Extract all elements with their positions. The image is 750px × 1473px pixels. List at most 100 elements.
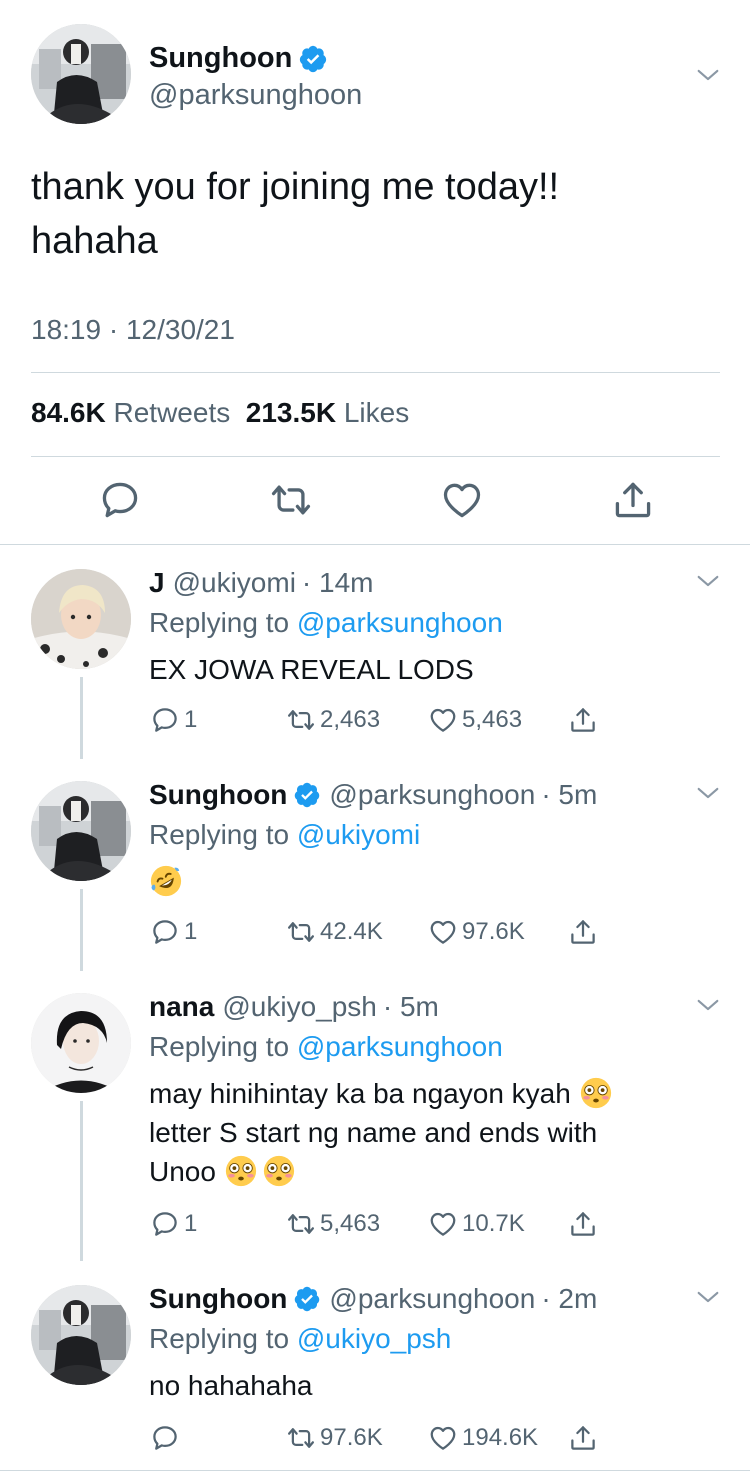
reply-tweet[interactable]: Sunghoon @parksunghoon · 5m Replying to … [0,757,750,971]
reply-text-line: Unoo [149,1152,709,1191]
post-time[interactable]: · 5m [383,991,439,1023]
reply-tweet[interactable]: J @ukiyomi · 14m Replying to @parksungho… [0,545,750,759]
reply-text [149,862,689,901]
like-icon[interactable] [428,705,458,735]
retweet-icon[interactable] [269,478,313,522]
reply-icon[interactable] [150,1423,180,1453]
tweet-text-line: hahaha [31,220,158,262]
tweet-text: thank you for joining me today!! hahaha [31,160,721,268]
display-name[interactable]: Sunghoon [149,779,287,811]
share-icon[interactable] [568,917,598,947]
display-name[interactable]: Sunghoon [149,42,292,75]
like-icon[interactable] [440,478,484,522]
like-icon[interactable] [428,1209,458,1239]
retweet-count: 2,463 [320,706,381,733]
reply-icon[interactable] [150,917,180,947]
post-time[interactable]: · 14m [302,567,374,599]
avatar[interactable] [31,993,131,1093]
replying-to-mention[interactable]: @ukiyomi [297,819,420,850]
retweet-action[interactable]: 5,463 [286,1209,380,1239]
rolling-on-floor-laughing-emoji-icon [149,864,183,898]
chevron-down-icon[interactable] [694,779,722,807]
handle[interactable]: @parksunghoon [329,779,535,811]
share-icon[interactable] [568,1209,598,1239]
chevron-down-icon[interactable] [694,567,722,595]
post-time[interactable]: · 2m [541,1283,597,1315]
share-action[interactable] [568,1209,602,1239]
chevron-down-icon[interactable] [694,1283,722,1311]
like-count: 97.6K [462,918,525,945]
reply-text-line: may hinihintay ka ba ngayon kyah [149,1074,709,1113]
verified-badge-icon [293,781,321,809]
reply-icon[interactable] [98,478,142,522]
share-icon[interactable] [568,705,598,735]
retweet-action[interactable]: 42.4K [286,917,383,947]
display-name[interactable]: J [149,567,165,599]
retweets-label[interactable]: Retweets [114,397,231,428]
like-icon[interactable] [428,917,458,947]
replying-to: Replying to @parksunghoon [149,607,503,639]
post-time[interactable]: · 5m [541,779,597,811]
like-action[interactable]: 5,463 [428,705,522,735]
replying-to-mention[interactable]: @ukiyo_psh [297,1323,452,1354]
replying-to-mention[interactable]: @parksunghoon [297,607,503,638]
display-name[interactable]: nana [149,991,214,1023]
tweet-timestamp[interactable]: 18:19 · 12/30/21 [31,314,235,346]
flushed-face-emoji-icon [262,1154,296,1188]
retweet-icon[interactable] [286,917,316,947]
flushed-face-emoji-icon [579,1076,613,1110]
chevron-down-icon[interactable] [694,61,722,89]
likes-label[interactable]: Likes [344,397,409,428]
reply-count: 1 [184,918,198,945]
retweet-icon[interactable] [286,1423,316,1453]
share-icon[interactable] [568,1423,598,1453]
retweet-icon[interactable] [286,1209,316,1239]
avatar[interactable] [31,569,131,669]
reply-tweet[interactable]: Sunghoon @parksunghoon · 2m Replying to … [0,1261,750,1470]
retweets-count[interactable]: 84.6K [31,397,106,428]
reply-icon[interactable] [150,1209,180,1239]
share-action[interactable] [568,917,602,947]
like-action[interactable]: 194.6K [428,1423,538,1453]
like-action[interactable]: 10.7K [428,1209,525,1239]
replying-to: Replying to @parksunghoon [149,1031,503,1063]
reply-action[interactable]: 1 [150,917,197,947]
reply-text-segment: may hinihintay ka ba ngayon kyah [149,1078,571,1109]
reply-tweet[interactable]: nana @ukiyo_psh · 5m Replying to @parksu… [0,969,750,1261]
author-handle[interactable]: @parksunghoon [149,79,362,112]
reply-action[interactable]: 1 [150,705,197,735]
verified-badge-icon [298,44,328,74]
replying-to: Replying to @ukiyo_psh [149,1323,451,1355]
reply-icon[interactable] [150,705,180,735]
likes-count[interactable]: 213.5K [246,397,336,428]
engagement-stats: 84.6K Retweets 213.5K Likes [31,397,409,429]
avatar[interactable] [31,24,131,124]
replying-to-mention[interactable]: @parksunghoon [297,1031,503,1062]
retweet-action[interactable]: 2,463 [286,705,380,735]
handle[interactable]: @ukiyo_psh [222,991,377,1023]
retweet-action[interactable]: 97.6K [286,1423,383,1453]
share-action[interactable] [568,705,602,735]
retweet-count: 97.6K [320,1424,383,1451]
chevron-down-icon[interactable] [694,991,722,1019]
like-action[interactable]: 97.6K [428,917,525,947]
avatar-image [31,993,131,1093]
thread-connector [80,677,83,759]
avatar[interactable] [31,1285,131,1385]
reply-action[interactable]: 1 [150,1209,197,1239]
share-action[interactable] [568,1423,602,1453]
tweet-text-line: thank you for joining me today!! [31,166,560,208]
avatar-image [31,24,131,124]
reply-action[interactable] [150,1423,184,1453]
display-name[interactable]: Sunghoon [149,1283,287,1315]
reply-author-row: nana @ukiyo_psh · 5m [149,991,439,1023]
replying-to-label: Replying to [149,607,290,638]
reply-text-segment: Unoo [149,1156,216,1187]
handle[interactable]: @ukiyomi [173,567,296,599]
retweet-icon[interactable] [286,705,316,735]
handle[interactable]: @parksunghoon [329,1283,535,1315]
like-icon[interactable] [428,1423,458,1453]
avatar[interactable] [31,781,131,881]
replying-to-label: Replying to [149,1323,290,1354]
share-icon[interactable] [611,478,655,522]
